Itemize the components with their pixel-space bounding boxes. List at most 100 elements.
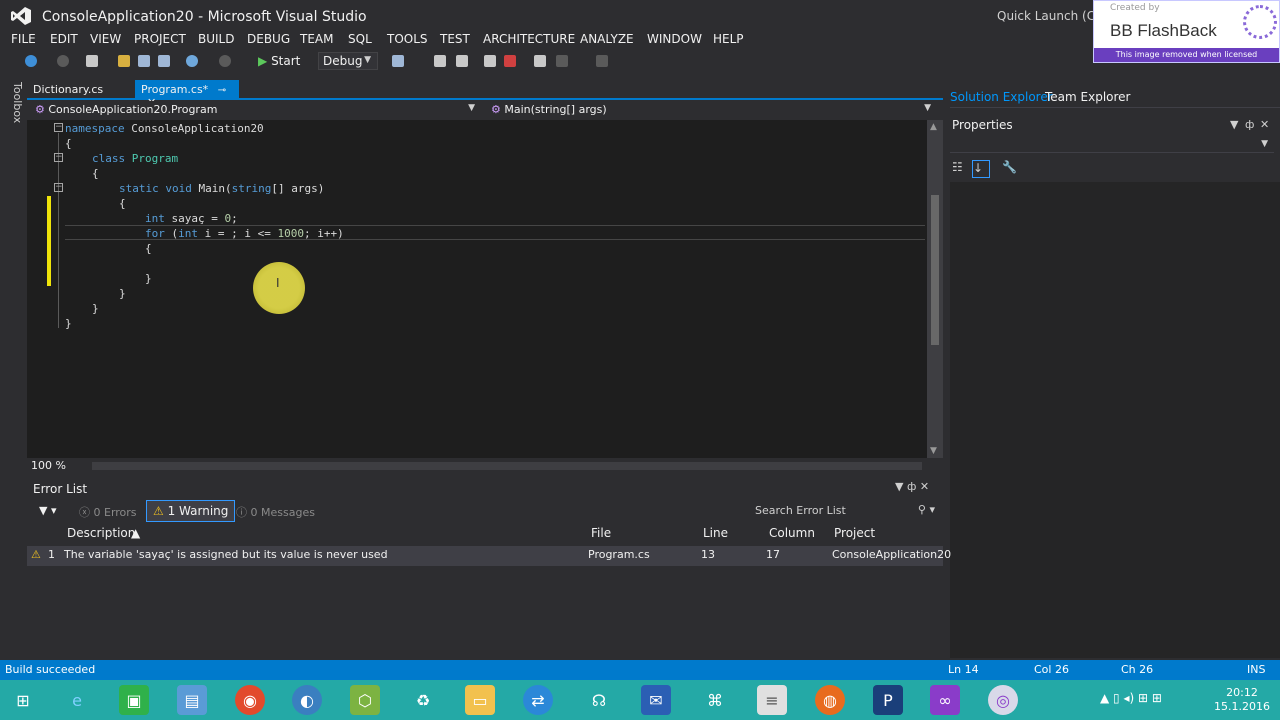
chevron-down-icon[interactable]: ▼ <box>1230 118 1238 131</box>
tab-dictionary-cs[interactable]: Dictionary.cs <box>27 80 132 100</box>
pin-icon[interactable]: ⊸ <box>218 85 226 96</box>
toolbox-tab[interactable]: Toolbox <box>11 82 24 123</box>
teamviewer-icon[interactable]: ⇄ <box>523 685 553 715</box>
member-dropdown[interactable]: ⚙ Main(string[] args) ▼ <box>487 101 937 119</box>
fold-toggle-class[interactable]: − <box>54 153 63 162</box>
visual-studio-taskbar-icon[interactable]: ∞ <box>930 685 960 715</box>
scroll-up-icon[interactable]: ▲ <box>930 122 937 132</box>
chrome-icon[interactable]: ◉ <box>235 685 265 715</box>
network-app-icon[interactable]: ⬡ <box>350 685 380 715</box>
bookmark-prev-icon[interactable] <box>484 55 496 67</box>
row-column: 17 <box>766 548 780 561</box>
class-dropdown[interactable]: ⚙ ConsoleApplication20.Program ▼ <box>31 101 481 119</box>
menu-debug[interactable]: DEBUG <box>247 32 290 46</box>
menu-analyze[interactable]: ANALYZE <box>580 32 634 46</box>
file-explorer-icon[interactable]: ▭ <box>465 685 495 715</box>
messages-toggle-button[interactable]: ⓘ 0 Messages <box>232 502 319 522</box>
bookmark-clear-icon[interactable] <box>556 55 568 67</box>
taskbar-clock[interactable]: 20:12 15.1.2016 <box>1214 686 1270 714</box>
menu-architecture[interactable]: ARCHITECTURE <box>483 32 575 46</box>
menu-edit[interactable]: EDIT <box>50 32 78 46</box>
errors-toggle-button[interactable]: ⓧ 0 Errors <box>75 502 141 522</box>
menu-sql[interactable]: SQL <box>348 32 372 46</box>
forward-icon[interactable] <box>57 55 69 67</box>
close-icon[interactable]: ✕ <box>920 480 929 493</box>
redo-icon[interactable] <box>219 55 231 67</box>
uncomment-icon[interactable] <box>456 55 468 67</box>
categorized-icon[interactable]: ☷ <box>952 160 970 178</box>
media-player-icon[interactable]: ◐ <box>292 685 322 715</box>
save-all-icon[interactable] <box>158 55 170 67</box>
scroll-down-icon[interactable]: ▼ <box>930 446 937 456</box>
recycle-icon[interactable]: ♻ <box>408 685 438 715</box>
scrollbar-thumb[interactable] <box>931 195 939 345</box>
warning-icon: ⚠ <box>153 504 164 518</box>
error-list-panel: Error List ▼ ф ✕ ▼ ▾ ⓧ 0 Errors ⚠ 1 Warn… <box>27 478 951 658</box>
search-icon[interactable]: ⚲ ▾ <box>918 503 935 516</box>
column-header-description[interactable]: Description <box>67 526 135 544</box>
close-icon[interactable]: ✕ <box>1260 118 1269 131</box>
menu-team[interactable]: TEAM <box>300 32 333 46</box>
info-icon: ⓘ <box>236 506 247 519</box>
tab-team-explorer[interactable]: Team Explorer <box>1045 90 1131 104</box>
flashback-recorder-icon[interactable]: ◎ <box>988 685 1018 715</box>
system-tray-icons[interactable]: ▲ ▯ ◂) ⊞ ⊞ <box>1100 691 1162 705</box>
menu-window[interactable]: WINDOW <box>647 32 702 46</box>
pin-icon[interactable]: ф <box>1245 118 1254 131</box>
error-list-filters: ▼ ▾ ⓧ 0 Errors ⚠ 1 Warning ⓘ 0 Messages … <box>27 500 943 524</box>
search-error-list-input[interactable]: Search Error List ⚲ ▾ <box>755 503 939 517</box>
menu-build[interactable]: BUILD <box>198 32 234 46</box>
menu-project[interactable]: PROJECT <box>134 32 186 46</box>
chevron-down-icon[interactable]: ▼ <box>895 480 903 493</box>
pin-icon[interactable]: ф <box>907 480 920 493</box>
bookmark-next-icon[interactable] <box>504 55 516 67</box>
notepad-icon[interactable]: ≡ <box>757 685 787 715</box>
windows-start-icon[interactable]: ⊞ <box>8 685 38 715</box>
sort-ascending-icon: ▲ <box>131 526 141 540</box>
column-header-file[interactable]: File <box>591 526 611 544</box>
column-header-line[interactable]: Line <box>703 526 728 544</box>
toggle-comment-icon[interactable] <box>434 55 446 67</box>
column-header-project[interactable]: Project <box>834 526 875 544</box>
control-panel-icon[interactable]: ▤ <box>177 685 207 715</box>
fold-toggle-method[interactable]: − <box>54 183 63 192</box>
editor-vertical-scrollbar[interactable]: ▲ ▼ <box>927 120 943 458</box>
alphabetical-icon[interactable]: ↓ <box>972 160 990 178</box>
filter-icon[interactable]: ▼ ▾ <box>39 504 56 517</box>
menu-file[interactable]: FILE <box>11 32 36 46</box>
undo-icon[interactable] <box>186 55 198 67</box>
properties-object-select[interactable]: ▼ <box>950 137 1274 153</box>
open-file-icon[interactable] <box>118 55 130 67</box>
photoshop-icon[interactable]: P <box>873 685 903 715</box>
firefox-icon[interactable]: ◍ <box>815 685 845 715</box>
menu-view[interactable]: VIEW <box>90 32 121 46</box>
code-editor[interactable]: − − − namespace ConsoleApplication20 { c… <box>27 120 927 458</box>
code-line-9: { <box>145 242 152 255</box>
internet-explorer-icon[interactable]: e <box>62 685 92 715</box>
menu-tools[interactable]: TOOLS <box>387 32 428 46</box>
store-icon[interactable]: ▣ <box>119 685 149 715</box>
table-row[interactable]: ⚠ 1 The variable 'sayaç' is assigned but… <box>27 546 951 566</box>
menu-test[interactable]: TEST <box>440 32 470 46</box>
standard-toolbar: ▶ Start <box>0 50 1280 74</box>
warnings-toggle-button[interactable]: ⚠ 1 Warning <box>146 500 236 522</box>
back-icon[interactable] <box>25 55 37 67</box>
zoom-level-select[interactable]: 100 % <box>31 459 66 472</box>
editor-horizontal-scrollbar[interactable] <box>92 462 922 470</box>
outlook-icon[interactable]: ✉ <box>641 685 671 715</box>
bookmark-icon[interactable] <box>534 55 546 67</box>
headset-icon[interactable]: ☊ <box>584 685 614 715</box>
tab-program-cs[interactable]: Program.cs* ⊸ ✕ <box>135 80 239 109</box>
save-icon[interactable] <box>138 55 150 67</box>
toolbar-options-icon[interactable] <box>596 55 608 67</box>
fold-toggle-namespace[interactable]: − <box>54 123 63 132</box>
solution-configuration-select[interactable]: Debug ▼ <box>318 52 378 70</box>
start-button[interactable]: ▶ Start <box>258 54 300 70</box>
network-icon[interactable]: ⌘ <box>700 685 730 715</box>
new-project-icon[interactable] <box>86 55 98 67</box>
tab-solution-explorer[interactable]: Solution Explorer <box>950 90 1053 104</box>
attach-icon[interactable] <box>392 55 404 67</box>
menu-help[interactable]: HELP <box>713 32 744 46</box>
column-header-column[interactable]: Column <box>769 526 815 544</box>
property-pages-icon[interactable]: 🔧 <box>1002 160 1020 178</box>
